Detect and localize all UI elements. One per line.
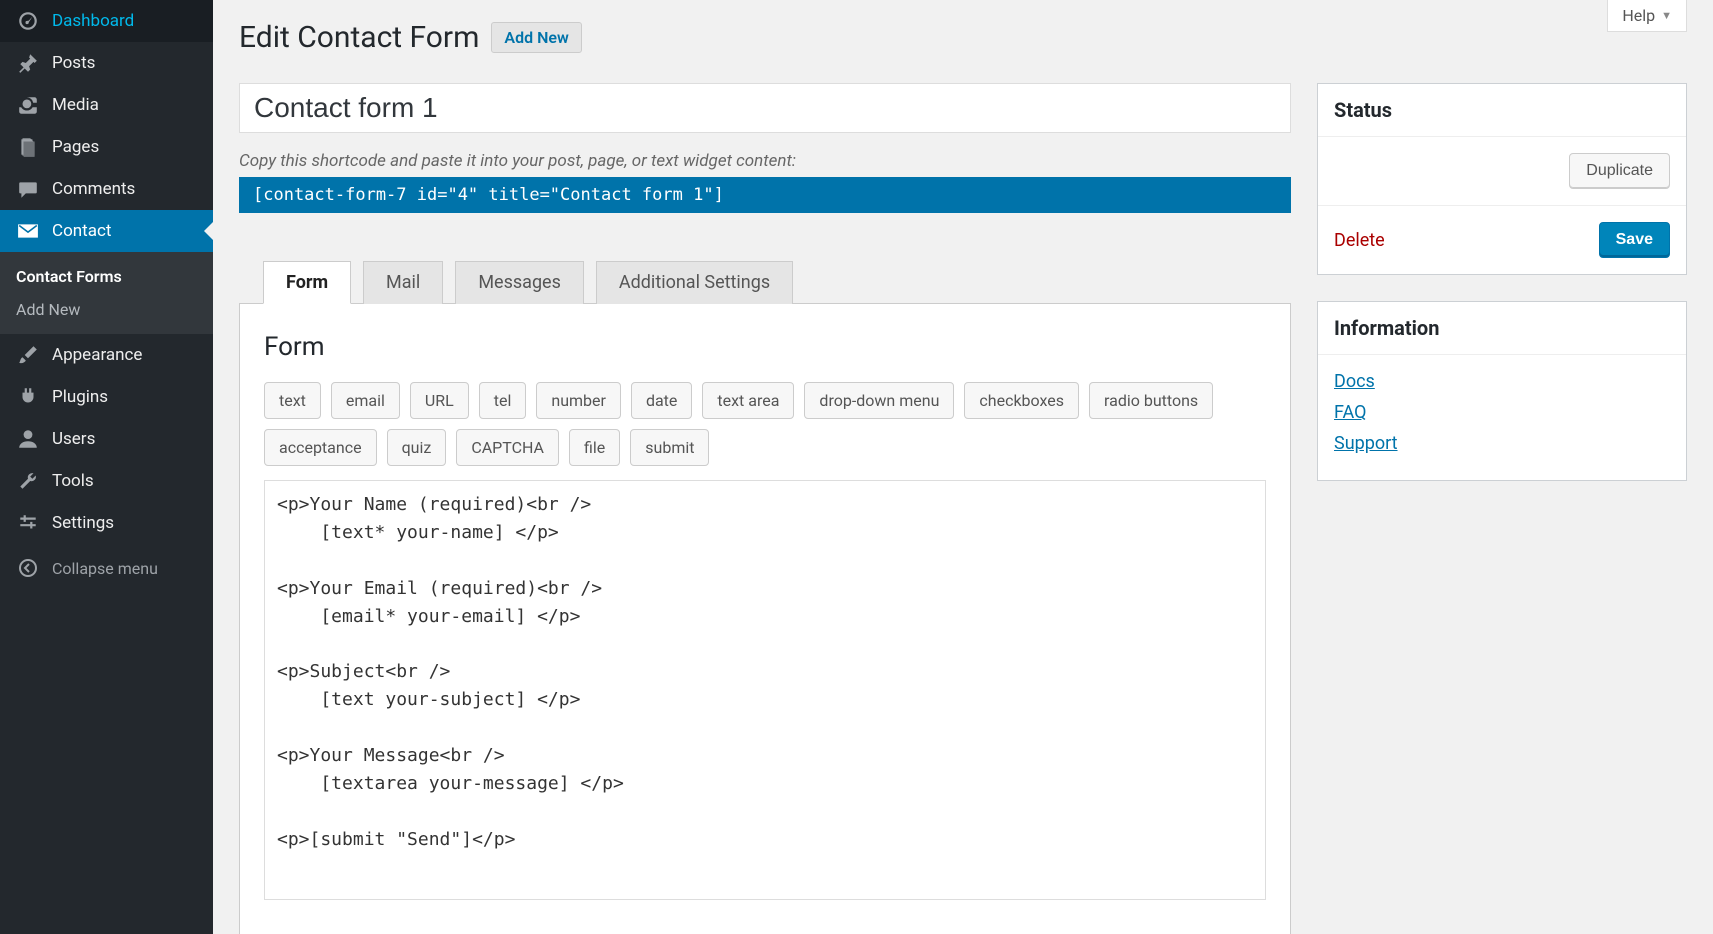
sidebar-item-comments[interactable]: Comments	[0, 168, 213, 210]
information-box: Information Docs FAQ Support	[1317, 301, 1687, 481]
tag-btn-checkboxes[interactable]: checkboxes	[964, 382, 1079, 419]
info-link-faq[interactable]: FAQ	[1334, 402, 1670, 423]
sidebar-item-label: Plugins	[52, 387, 108, 407]
save-button[interactable]: Save	[1599, 222, 1670, 258]
help-tab[interactable]: Help ▼	[1607, 0, 1687, 32]
sidebar-item-dashboard[interactable]: Dashboard	[0, 0, 213, 42]
status-box-title: Status	[1318, 84, 1686, 137]
tab-mail[interactable]: Mail	[363, 261, 443, 304]
chevron-down-icon: ▼	[1661, 9, 1672, 22]
tab-additional-settings[interactable]: Additional Settings	[596, 261, 793, 304]
page-header: Edit Contact Form Add New	[239, 20, 1687, 55]
sidebar-item-label: Dashboard	[52, 11, 134, 31]
tab-panel-form: Form text email URL tel number date text…	[239, 303, 1291, 934]
tag-btn-email[interactable]: email	[331, 382, 400, 419]
sidebar-item-label: Posts	[52, 53, 95, 73]
tab-messages[interactable]: Messages	[455, 261, 584, 304]
tag-btn-acceptance[interactable]: acceptance	[264, 429, 377, 466]
info-link-support[interactable]: Support	[1334, 433, 1670, 454]
information-box-title: Information	[1318, 302, 1686, 355]
tag-btn-date[interactable]: date	[631, 382, 692, 419]
tag-btn-tel[interactable]: tel	[479, 382, 527, 419]
tag-btn-radio[interactable]: radio buttons	[1089, 382, 1213, 419]
page-title: Edit Contact Form	[239, 20, 479, 55]
sidebar-item-label: Pages	[52, 137, 99, 157]
add-new-button[interactable]: Add New	[491, 22, 581, 53]
form-title-input[interactable]	[239, 83, 1291, 133]
collapse-icon	[16, 558, 40, 578]
main-content: Help ▼ Edit Contact Form Add New Copy th…	[213, 0, 1713, 934]
dashboard-icon	[16, 10, 40, 32]
sidebar-item-label: Tools	[52, 471, 94, 491]
submenu-item-contact-forms[interactable]: Contact Forms	[0, 260, 213, 293]
sidebar-item-label: Users	[52, 429, 95, 449]
submenu-item-add-new[interactable]: Add New	[0, 293, 213, 326]
tag-btn-dropdown[interactable]: drop-down menu	[804, 382, 954, 419]
wrench-icon	[16, 470, 40, 492]
comment-icon	[16, 178, 40, 200]
brush-icon	[16, 344, 40, 366]
tag-button-row: text email URL tel number date text area…	[264, 382, 1266, 466]
sidebar-item-label: Contact	[52, 221, 111, 241]
sidebar-item-contact[interactable]: Contact	[0, 210, 213, 252]
user-icon	[16, 428, 40, 450]
sidebar-item-plugins[interactable]: Plugins	[0, 376, 213, 418]
status-box: Status Duplicate Delete Save	[1317, 83, 1687, 275]
mail-icon	[16, 220, 40, 242]
sidebar-submenu: Contact Forms Add New	[0, 252, 213, 334]
shortcode-hint: Copy this shortcode and paste it into yo…	[239, 151, 1291, 171]
panel-title: Form	[264, 332, 1266, 362]
info-link-docs[interactable]: Docs	[1334, 371, 1670, 392]
sidebar-item-appearance[interactable]: Appearance	[0, 334, 213, 376]
shortcode-value[interactable]: [contact-form-7 id="4" title="Contact fo…	[239, 177, 1291, 213]
sidebar-item-tools[interactable]: Tools	[0, 460, 213, 502]
tag-btn-file[interactable]: file	[569, 429, 620, 466]
admin-sidebar: Dashboard Posts Media Pages Comments	[0, 0, 213, 934]
sidebar-item-posts[interactable]: Posts	[0, 42, 213, 84]
tag-btn-quiz[interactable]: quiz	[387, 429, 447, 466]
sidebar-item-label: Media	[52, 95, 99, 115]
tab-form[interactable]: Form	[263, 261, 351, 304]
help-label: Help	[1622, 6, 1655, 25]
sidebar-item-settings[interactable]: Settings	[0, 502, 213, 544]
tab-nav: Form Mail Messages Additional Settings	[263, 261, 1291, 304]
plug-icon	[16, 386, 40, 408]
delete-link[interactable]: Delete	[1334, 230, 1385, 251]
tag-btn-textarea[interactable]: text area	[702, 382, 794, 419]
sidebar-item-users[interactable]: Users	[0, 418, 213, 460]
tag-btn-text[interactable]: text	[264, 382, 321, 419]
sidebar-item-label: Settings	[52, 513, 114, 533]
sliders-icon	[16, 512, 40, 534]
sidebar-item-label: Comments	[52, 179, 135, 199]
sidebar-item-label: Appearance	[52, 345, 142, 365]
tag-btn-number[interactable]: number	[536, 382, 621, 419]
tag-btn-url[interactable]: URL	[410, 382, 469, 419]
sidebar-item-pages[interactable]: Pages	[0, 126, 213, 168]
pages-icon	[16, 136, 40, 158]
pin-icon	[16, 52, 40, 74]
media-icon	[16, 94, 40, 116]
collapse-label: Collapse menu	[52, 559, 158, 578]
duplicate-button[interactable]: Duplicate	[1569, 153, 1670, 189]
collapse-menu-button[interactable]: Collapse menu	[0, 548, 213, 588]
sidebar-item-media[interactable]: Media	[0, 84, 213, 126]
tag-btn-submit[interactable]: submit	[630, 429, 709, 466]
tag-btn-captcha[interactable]: CAPTCHA	[456, 429, 559, 466]
form-template-textarea[interactable]	[264, 480, 1266, 900]
